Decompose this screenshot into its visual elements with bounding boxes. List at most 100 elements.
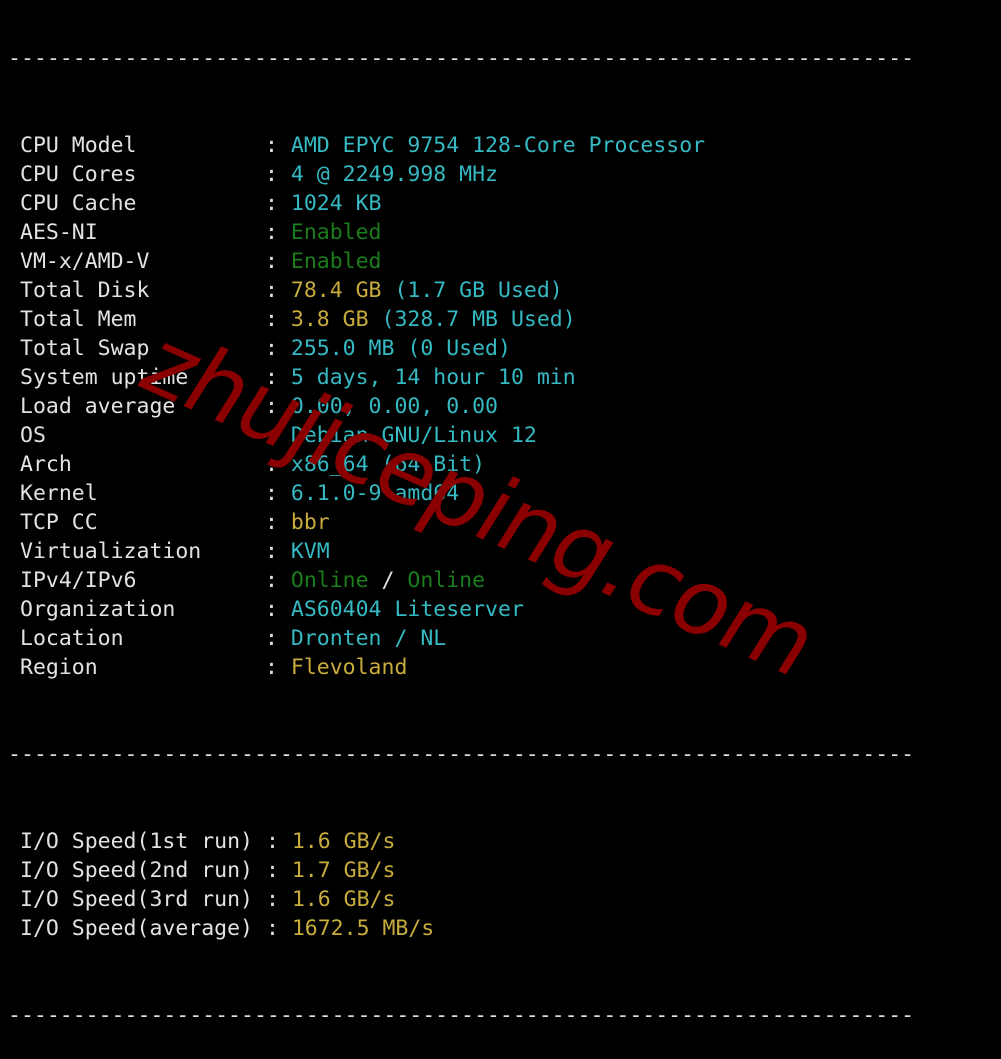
io-speed-label: I/O Speed(2nd run) bbox=[20, 858, 253, 883]
info-label: OS bbox=[20, 423, 46, 448]
colon-separator: : bbox=[265, 597, 291, 622]
info-label: Total Swap bbox=[20, 336, 150, 361]
info-value: Debian GNU/Linux 12 bbox=[290, 423, 537, 448]
colon-separator: : bbox=[265, 365, 291, 390]
io-speed-value: 1.7 GB/s bbox=[291, 858, 396, 883]
colon-separator: : bbox=[265, 394, 291, 419]
colon-separator: : bbox=[265, 162, 291, 187]
info-label: Location bbox=[20, 626, 124, 651]
info-label: VM-x/AMD-V bbox=[20, 249, 150, 274]
info-row: Total Swap: 255.0 MB (0 Used) bbox=[8, 334, 914, 363]
info-value: AS60404 Liteserver bbox=[290, 597, 524, 622]
info-row: Total Mem: 3.8 GB (328.7 MB Used) bbox=[8, 305, 914, 334]
info-value: 255.0 MB (0 Used) bbox=[290, 336, 511, 361]
info-label: Region bbox=[20, 655, 98, 680]
colon-separator: : bbox=[265, 887, 292, 912]
colon-separator: : bbox=[265, 220, 291, 245]
info-value: 6.1.0-9-amd64 bbox=[290, 481, 460, 506]
info-label: CPU Model bbox=[20, 133, 137, 158]
io-speed-label: I/O Speed(1st run) bbox=[20, 829, 253, 854]
io-speed-label: I/O Speed(3rd run) bbox=[20, 887, 253, 912]
system-info-section: CPU Model: AMD EPYC 9754 128-Core Proces… bbox=[8, 131, 914, 682]
info-value: 5 days, 14 hour 10 min bbox=[290, 365, 576, 390]
colon-separator: : bbox=[265, 568, 291, 593]
info-label: Total Mem bbox=[20, 307, 137, 332]
info-value: (1.7 GB Used) bbox=[381, 278, 563, 303]
io-speed-value: 1.6 GB/s bbox=[291, 829, 396, 854]
info-label: Total Disk bbox=[20, 278, 150, 303]
info-label: CPU Cache bbox=[20, 191, 137, 216]
info-value: 4 @ 2249.998 MHz bbox=[290, 162, 498, 187]
colon-separator: : bbox=[265, 539, 291, 564]
info-label: Organization bbox=[20, 597, 176, 622]
io-speed-value: 1672.5 MB/s bbox=[291, 916, 435, 941]
info-row: OS: Debian GNU/Linux 12 bbox=[8, 421, 914, 450]
info-row: TCP CC: bbr bbox=[8, 508, 914, 537]
info-value: (328.7 MB Used) bbox=[368, 307, 576, 332]
info-row: Arch: x86_64 (64 Bit) bbox=[8, 450, 914, 479]
info-value: Online bbox=[290, 568, 369, 593]
info-label: System uptime bbox=[20, 365, 189, 390]
separator-line: ----------------------------------------… bbox=[8, 1003, 915, 1028]
info-value: 1024 KB bbox=[290, 191, 382, 216]
io-speed-row: I/O Speed(2nd run) : 1.7 GB/s bbox=[8, 856, 914, 885]
io-speed-row: I/O Speed(1st run) : 1.6 GB/s bbox=[8, 827, 914, 856]
colon-separator: : bbox=[265, 481, 291, 506]
info-label: AES-NI bbox=[20, 220, 98, 245]
info-value: Enabled bbox=[290, 249, 382, 274]
info-label: IPv4/IPv6 bbox=[20, 568, 137, 593]
info-row: VM-x/AMD-V: Enabled bbox=[8, 247, 914, 276]
colon-separator: : bbox=[265, 916, 292, 941]
info-value: AMD EPYC 9754 128-Core Processor bbox=[290, 133, 706, 158]
info-label: Virtualization bbox=[20, 539, 202, 564]
terminal-output: ----------------------------------------… bbox=[8, 0, 914, 1059]
info-row: CPU Model: AMD EPYC 9754 128-Core Proces… bbox=[8, 131, 914, 160]
info-value: Online bbox=[407, 568, 486, 593]
info-label: CPU Cores bbox=[20, 162, 137, 187]
info-row: CPU Cores: 4 @ 2249.998 MHz bbox=[8, 160, 914, 189]
io-speed-row: I/O Speed(average) : 1672.5 MB/s bbox=[8, 914, 914, 943]
separator-line: ----------------------------------------… bbox=[8, 742, 915, 767]
info-row: Total Disk: 78.4 GB (1.7 GB Used) bbox=[8, 276, 914, 305]
info-label: Load average bbox=[20, 394, 176, 419]
colon-separator: : bbox=[265, 858, 292, 883]
info-row: AES-NI: Enabled bbox=[8, 218, 914, 247]
colon-separator: : bbox=[265, 510, 291, 535]
info-value: Flevoland bbox=[290, 655, 408, 680]
io-speed-row: I/O Speed(3rd run) : 1.6 GB/s bbox=[8, 885, 914, 914]
info-value: Enabled bbox=[290, 220, 382, 245]
info-value: 78.4 GB bbox=[290, 278, 382, 303]
info-label: Kernel bbox=[20, 481, 98, 506]
info-row: CPU Cache: 1024 KB bbox=[8, 189, 914, 218]
colon-separator: : bbox=[265, 191, 291, 216]
info-label: TCP CC bbox=[20, 510, 98, 535]
io-speed-label: I/O Speed(average) bbox=[20, 916, 253, 941]
colon-separator: : bbox=[265, 829, 292, 854]
info-value: x86_64 (64 Bit) bbox=[290, 452, 486, 477]
io-speed-value: 1.6 GB/s bbox=[291, 887, 396, 912]
info-label: Arch bbox=[20, 452, 72, 477]
info-row: IPv4/IPv6: Online / Online bbox=[8, 566, 914, 595]
colon-separator: : bbox=[265, 655, 291, 680]
info-row: System uptime: 5 days, 14 hour 10 min bbox=[8, 363, 914, 392]
info-value: 3.8 GB bbox=[290, 307, 369, 332]
info-value: / bbox=[368, 568, 408, 593]
colon-separator: : bbox=[265, 249, 291, 274]
info-value: Dronten / NL bbox=[290, 626, 447, 651]
colon-separator: : bbox=[265, 336, 291, 361]
colon-separator: : bbox=[265, 133, 291, 158]
info-row: Kernel: 6.1.0-9-amd64 bbox=[8, 479, 914, 508]
colon-separator: : bbox=[265, 278, 291, 303]
info-value: KVM bbox=[290, 539, 330, 564]
colon-separator: : bbox=[265, 307, 291, 332]
io-speed-section: I/O Speed(1st run) : 1.6 GB/s I/O Speed(2… bbox=[8, 827, 914, 943]
info-value: bbr bbox=[290, 510, 330, 535]
separator-line: ----------------------------------------… bbox=[8, 46, 915, 71]
info-value: 0.00, 0.00, 0.00 bbox=[290, 394, 498, 419]
info-row: Virtualization: KVM bbox=[8, 537, 914, 566]
info-row: Organization: AS60404 Liteserver bbox=[8, 595, 914, 624]
